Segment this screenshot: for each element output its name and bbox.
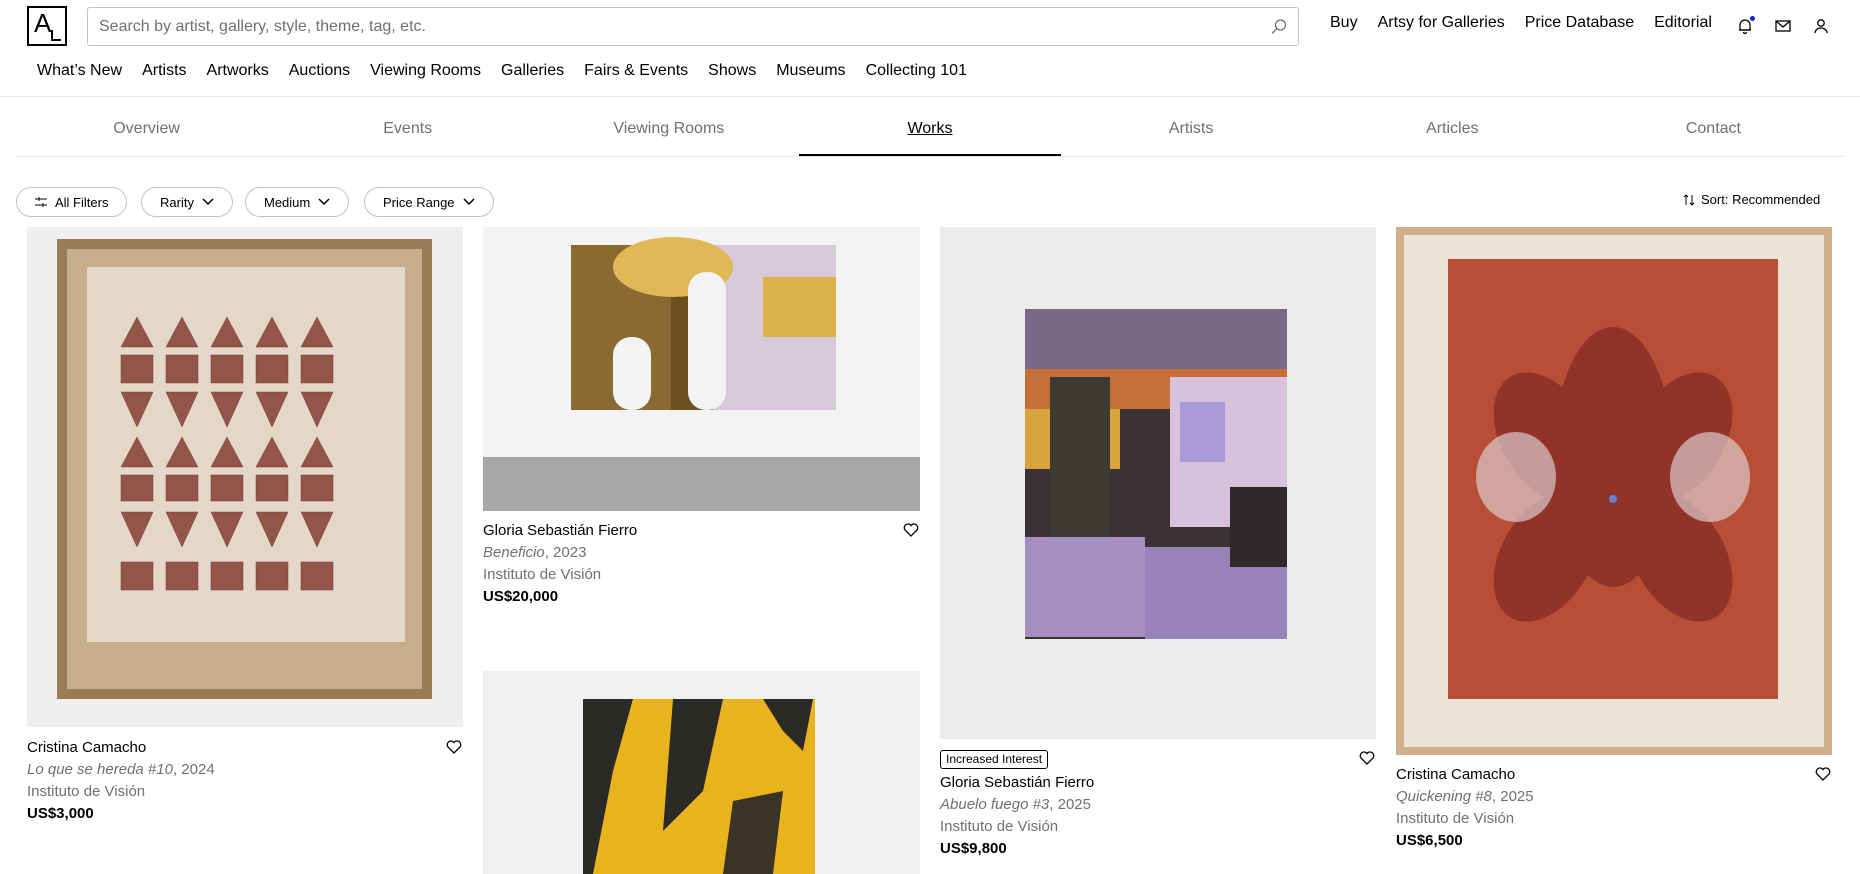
- nav-shows[interactable]: Shows: [708, 62, 756, 80]
- gallery-name: Instituto de Visión: [1396, 810, 1515, 827]
- nav-whats-new[interactable]: What’s New: [37, 62, 122, 80]
- increased-interest-badge: Increased Interest: [940, 750, 1049, 769]
- gallery-tabs: Overview Events Viewing Rooms Works Arti…: [16, 100, 1844, 157]
- artwork-card[interactable]: Increased Interest Gloria Sebastián Fier…: [940, 227, 1376, 860]
- tab-viewing-rooms[interactable]: Viewing Rooms: [538, 100, 799, 156]
- artwork-price: US$3,000: [27, 805, 94, 822]
- artwork-title[interactable]: Lo que se hereda #10, 2024: [27, 759, 463, 781]
- artwork-title[interactable]: Beneficio, 2023: [483, 542, 920, 564]
- tab-artists[interactable]: Artists: [1061, 100, 1322, 156]
- nav-fairs-events[interactable]: Fairs & Events: [584, 62, 688, 80]
- sort-label: Sort: Recommended: [1701, 192, 1821, 207]
- artwork-card[interactable]: Gloria Sebastián Fierro Beneficio, 2023 …: [483, 227, 920, 608]
- notification-dot: [1750, 16, 1755, 21]
- tab-contact[interactable]: Contact: [1583, 100, 1844, 156]
- heart-icon[interactable]: [1358, 749, 1376, 767]
- artwork-card[interactable]: Cristina Camacho Quickening #8, 2025 Ins…: [1396, 227, 1832, 852]
- artwork-meta: Increased Interest Gloria Sebastián Fier…: [940, 739, 1376, 860]
- artwork-price: US$9,800: [940, 840, 1007, 857]
- artwork-year: , 2025: [1049, 796, 1091, 813]
- user-icon[interactable]: [1812, 17, 1830, 35]
- top-nav: Buy Artsy for Galleries Price Database E…: [1330, 14, 1732, 32]
- search-icon[interactable]: [1270, 18, 1288, 36]
- sort-button[interactable]: Sort: Recommended: [1683, 192, 1820, 207]
- artwork-year: , 2023: [544, 544, 587, 561]
- title-text: Abuelo fuego #3: [940, 796, 1050, 813]
- artist-name[interactable]: Gloria Sebastián Fierro: [940, 772, 1376, 794]
- tab-articles[interactable]: Articles: [1322, 100, 1583, 156]
- artwork-meta: Cristina Camacho Quickening #8, 2025 Ins…: [1396, 755, 1832, 852]
- gallery-name: Instituto de Visión: [483, 566, 602, 583]
- nav-galleries[interactable]: Galleries: [501, 62, 564, 80]
- nav-auctions[interactable]: Auctions: [289, 62, 350, 80]
- header-divider: [0, 96, 1860, 97]
- price-range-label: Price Range: [383, 194, 455, 210]
- medium-label: Medium: [264, 194, 311, 210]
- nav-price-database[interactable]: Price Database: [1525, 14, 1634, 32]
- artwork-price: US$20,000: [483, 588, 559, 605]
- all-filters-label: All Filters: [55, 194, 109, 210]
- bell-icon[interactable]: [1736, 16, 1755, 35]
- medium-filter-button[interactable]: Medium: [245, 187, 350, 217]
- gallery-name: Instituto de Visión: [940, 818, 1059, 835]
- nav-collecting-101[interactable]: Collecting 101: [866, 62, 967, 80]
- main-nav: What’s New Artists Artworks Auctions Vie…: [37, 62, 987, 80]
- artwork-year: , 2024: [172, 761, 215, 778]
- search-bar[interactable]: [87, 7, 1299, 46]
- heart-icon[interactable]: [1814, 765, 1832, 783]
- all-filters-button[interactable]: All Filters: [16, 187, 128, 217]
- artwork-meta: Gloria Sebastián Fierro Beneficio, 2023 …: [483, 511, 920, 608]
- artwork-meta: Cristina Camacho Lo que se hereda #10, 2…: [27, 727, 463, 825]
- tab-overview[interactable]: Overview: [16, 100, 277, 156]
- rarity-label: Rarity: [160, 194, 194, 210]
- nav-artsy-for-galleries[interactable]: Artsy for Galleries: [1378, 14, 1505, 32]
- heart-icon[interactable]: [902, 521, 920, 539]
- sort-icon: [1683, 193, 1695, 206]
- chevron-down-icon: [318, 198, 330, 206]
- artwork-title[interactable]: Abuelo fuego #3, 2025: [940, 794, 1376, 816]
- title-text: Lo que se hereda #10: [27, 761, 173, 778]
- search-input[interactable]: [88, 8, 1298, 45]
- artwork-year: , 2025: [1491, 788, 1534, 805]
- tab-events[interactable]: Events: [277, 100, 538, 156]
- nav-museums[interactable]: Museums: [776, 62, 845, 80]
- rarity-filter-button[interactable]: Rarity: [141, 187, 233, 217]
- artsy-logo[interactable]: A: [27, 6, 67, 46]
- artwork-card[interactable]: [483, 671, 920, 874]
- artwork-title[interactable]: Quickening #8, 2025: [1396, 786, 1832, 808]
- artwork-image[interactable]: [940, 227, 1376, 739]
- nav-viewing-rooms[interactable]: Viewing Rooms: [370, 62, 481, 80]
- logo-letter: A: [34, 8, 52, 38]
- tab-works[interactable]: Works: [799, 100, 1061, 156]
- filter-icon: [35, 197, 47, 207]
- title-text: Quickening #8: [1396, 788, 1492, 805]
- artwork-image[interactable]: [483, 671, 920, 874]
- artist-name[interactable]: Cristina Camacho: [1396, 764, 1832, 786]
- artwork-image[interactable]: [27, 227, 463, 727]
- artwork-price: US$6,500: [1396, 832, 1463, 849]
- nav-artworks[interactable]: Artworks: [207, 62, 269, 80]
- nav-buy[interactable]: Buy: [1330, 14, 1358, 32]
- mail-icon[interactable]: [1774, 17, 1792, 35]
- price-range-filter-button[interactable]: Price Range: [364, 187, 494, 217]
- nav-artists[interactable]: Artists: [142, 62, 186, 80]
- artwork-image[interactable]: [1396, 227, 1832, 755]
- nav-editorial[interactable]: Editorial: [1654, 14, 1712, 32]
- gallery-name: Instituto de Visión: [27, 783, 146, 800]
- header-icons: [1736, 16, 1850, 35]
- artist-name[interactable]: Gloria Sebastián Fierro: [483, 520, 920, 542]
- artwork-image[interactable]: [483, 227, 920, 511]
- artwork-card[interactable]: Cristina Camacho Lo que se hereda #10, 2…: [27, 227, 463, 825]
- heart-icon[interactable]: [445, 738, 463, 756]
- chevron-down-icon: [202, 198, 214, 206]
- chevron-down-icon: [463, 198, 475, 206]
- title-text: Beneficio: [483, 544, 545, 561]
- artist-name[interactable]: Cristina Camacho: [27, 737, 463, 759]
